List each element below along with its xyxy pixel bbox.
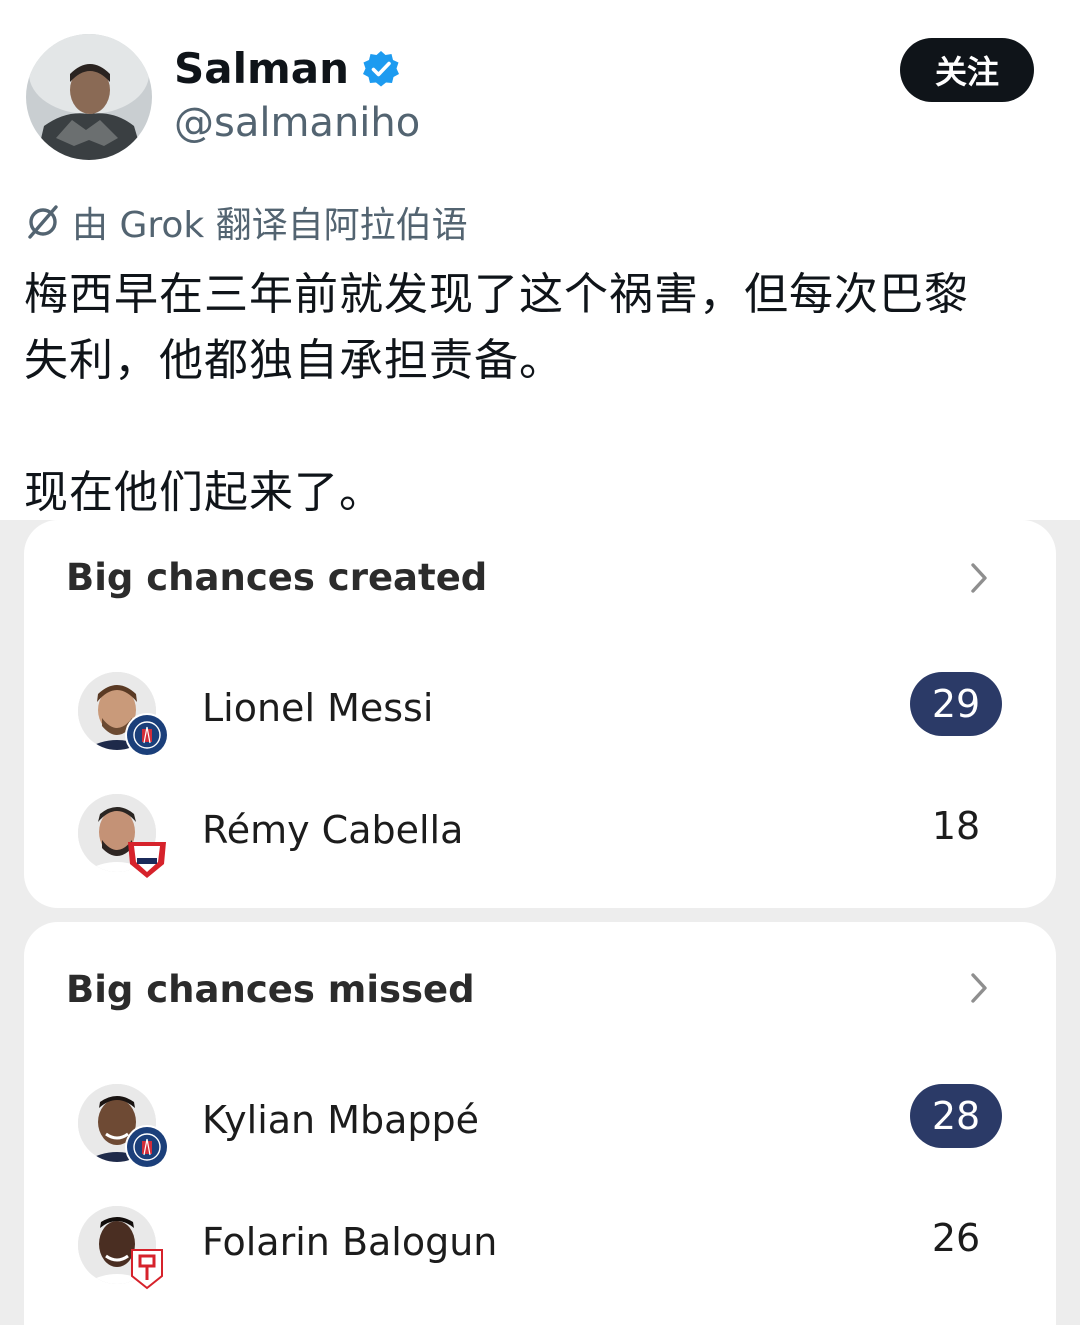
chevron-right-icon — [971, 973, 987, 1003]
player-row: Lionel Messi 29 — [24, 672, 1056, 762]
losc-badge-icon — [128, 842, 166, 878]
verified-badge-icon — [363, 50, 399, 86]
player-name: Lionel Messi — [202, 686, 434, 730]
tweet-text-line: 梅西早在三年前就发现了这个祸害，但每次巴黎 — [24, 269, 969, 320]
psg-badge-icon — [125, 713, 169, 757]
player-row: Kylian Mbappé 28 — [24, 1084, 1056, 1174]
card-title: Big chances created — [66, 556, 488, 599]
display-name[interactable]: Salman — [174, 44, 349, 93]
stat-card-big-chances-created: Big chances created Lionel Messi 29 Rémy… — [24, 520, 1056, 908]
translation-label: 由 Grok 翻译自阿拉伯语 — [72, 205, 468, 246]
stat-value: 26 — [931, 1216, 981, 1260]
player-name: Kylian Mbappé — [202, 1098, 480, 1142]
user-handle[interactable]: @salmaniho — [174, 100, 420, 146]
tweet-text-line: 现在他们起来了。 — [24, 467, 384, 518]
stat-value-highlight: 28 — [910, 1084, 1002, 1148]
player-row: Rémy Cabella 18 — [24, 794, 1056, 884]
card-title: Big chances missed — [66, 968, 475, 1011]
player-row: Folarin Balogun 26 — [24, 1206, 1056, 1296]
stat-value: 18 — [931, 804, 981, 848]
follow-button[interactable]: 关注 — [900, 38, 1034, 102]
stade-reims-badge-icon — [131, 1249, 163, 1290]
stat-value-highlight: 29 — [910, 672, 1002, 736]
player-name: Folarin Balogun — [202, 1220, 498, 1264]
tweet-text-line: 失利，他都独自承担责备。 — [24, 335, 564, 386]
avatar[interactable] — [26, 34, 152, 160]
chevron-right-icon — [971, 563, 987, 593]
stat-card-big-chances-missed: Big chances missed Kylian Mbappé 28 Fola… — [24, 922, 1056, 1325]
grok-icon — [28, 205, 58, 239]
name-row: Salman — [174, 44, 401, 93]
player-name: Rémy Cabella — [202, 808, 464, 852]
psg-badge-icon — [125, 1125, 169, 1169]
translation-notice[interactable]: 由 Grok 翻译自阿拉伯语 — [24, 196, 468, 248]
